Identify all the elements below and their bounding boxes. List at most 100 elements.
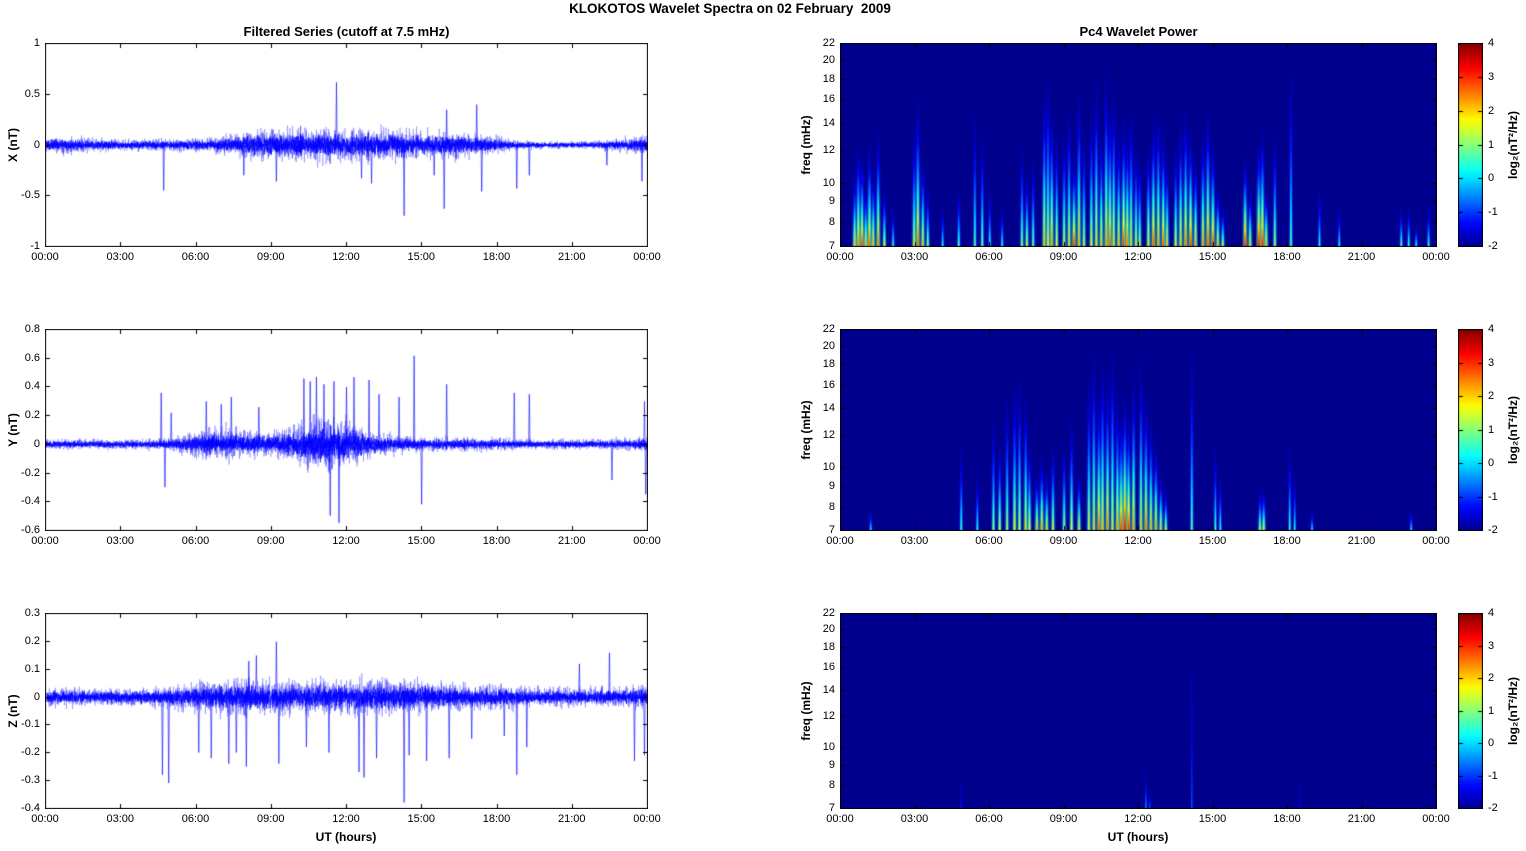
- tick-label: 0.1: [24, 662, 40, 675]
- tick-label: 00:00: [31, 535, 59, 547]
- tick-label: 00:00: [633, 813, 661, 825]
- tick-label: 0: [33, 690, 40, 703]
- tick-label: 20: [822, 339, 835, 352]
- tick-label: -0.5: [21, 189, 40, 202]
- xlabel-right: UT (hours): [1107, 830, 1169, 844]
- tick-label: 2: [1488, 672, 1495, 684]
- tick-label: -2: [1488, 524, 1498, 536]
- tick-label: 00:00: [31, 813, 59, 825]
- tick-label: 3: [1488, 356, 1495, 369]
- tick-label: 1: [1488, 704, 1495, 717]
- tick-label: -0.2: [21, 746, 40, 759]
- tick-label: 09:00: [256, 251, 285, 263]
- tick-label: 18:00: [1273, 251, 1301, 263]
- tick-label: 12:00: [332, 535, 360, 547]
- tick-label: 4: [1488, 607, 1495, 619]
- y-wavelet-plot: [840, 329, 1437, 531]
- tick-label: 0.2: [24, 409, 40, 422]
- tick-label: 9: [828, 759, 835, 772]
- tick-label: 00:00: [1422, 251, 1450, 263]
- tick-label: 00:00: [633, 535, 661, 547]
- tick-label: 15:00: [407, 535, 436, 547]
- figure-title: KLOKOTOS Wavelet Spectra on 02 February …: [569, 1, 891, 16]
- tick-label: 18:00: [1273, 535, 1301, 547]
- colorbar-z: [1458, 613, 1483, 809]
- tick-label: 2: [1488, 390, 1495, 402]
- tick-label: 03:00: [106, 813, 135, 825]
- tick-label: 00:00: [1422, 813, 1450, 825]
- tick-label: 22: [822, 607, 835, 619]
- tick-label: 2: [1488, 104, 1495, 117]
- tick-label: -2: [1488, 240, 1498, 252]
- tick-label: 12:00: [1124, 251, 1152, 263]
- tick-label: 09:00: [1049, 813, 1078, 825]
- tick-label: 9: [828, 479, 835, 492]
- right-column-title: Pc4 Wavelet Power: [1079, 24, 1198, 39]
- tick-label: 0.2: [24, 634, 40, 647]
- tick-label: 22: [822, 323, 835, 335]
- tick-label: 10: [822, 461, 835, 474]
- tick-label: 18: [822, 358, 835, 371]
- tick-label: 1: [33, 37, 40, 49]
- tick-label: 14: [822, 117, 835, 130]
- tick-label: 21:00: [557, 251, 586, 263]
- tick-label: 18:00: [482, 535, 511, 547]
- x-series-plot: [45, 43, 648, 247]
- tick-label: 4: [1488, 323, 1495, 335]
- x-wavelet-plot: [840, 43, 1437, 247]
- tick-label: 03:00: [106, 535, 135, 547]
- tick-label: 15:00: [407, 251, 436, 263]
- tick-label: 0.6: [24, 351, 40, 364]
- tick-label: 3: [1488, 70, 1495, 83]
- z-series-plot: [45, 613, 648, 809]
- tick-label: 1: [1488, 423, 1495, 436]
- tick-label: 18:00: [482, 813, 511, 825]
- tick-label: 18:00: [482, 251, 511, 263]
- tick-label: 12: [822, 144, 835, 157]
- tick-label: 0: [1488, 457, 1495, 469]
- tick-label: 10: [822, 741, 835, 754]
- tick-label: 00:00: [31, 251, 59, 263]
- tick-label: 15:00: [1198, 535, 1227, 547]
- tick-label: 0: [1488, 737, 1495, 749]
- tick-label: -1: [1488, 206, 1498, 219]
- left-column-title: Filtered Series (cutoff at 7.5 mHz): [243, 24, 450, 39]
- tick-label: 16: [822, 378, 835, 391]
- tick-label: 8: [828, 500, 835, 513]
- tick-label: 18:00: [1273, 813, 1301, 825]
- tick-label: 12:00: [1124, 535, 1152, 547]
- tick-label: 0.3: [24, 607, 40, 619]
- tick-label: 21:00: [557, 813, 586, 825]
- tick-label: 06:00: [975, 251, 1003, 263]
- tick-label: -0.3: [21, 774, 40, 787]
- tick-label: 9: [828, 195, 835, 208]
- tick-label: 00:00: [826, 535, 854, 547]
- tick-label: 12:00: [332, 251, 360, 263]
- figure: KLOKOTOS Wavelet Spectra on 02 February …: [0, 0, 1526, 851]
- tick-label: 06:00: [181, 251, 210, 263]
- tick-label: 22: [822, 37, 835, 49]
- tick-label: 10: [822, 176, 835, 189]
- tick-label: 21:00: [1347, 813, 1376, 825]
- tick-label: 8: [828, 779, 835, 792]
- tick-label: -0.2: [21, 466, 40, 479]
- tick-label: 09:00: [256, 535, 285, 547]
- tick-label: 0: [33, 437, 40, 450]
- z-wavelet-plot: [840, 613, 1437, 809]
- tick-label: 14: [822, 683, 835, 696]
- tick-label: 3: [1488, 639, 1495, 652]
- tick-label: 21:00: [1347, 251, 1376, 263]
- colorbar-y: [1458, 329, 1483, 531]
- y-series-plot: [45, 329, 648, 531]
- tick-label: 21:00: [1347, 535, 1376, 547]
- tick-label: 0.8: [24, 323, 40, 335]
- tick-label: 00:00: [1422, 535, 1450, 547]
- colorbar-x: [1458, 43, 1483, 247]
- tick-label: 16: [822, 93, 835, 106]
- tick-label: -0.4: [21, 495, 40, 508]
- tick-label: -0.1: [21, 718, 40, 731]
- tick-label: 0: [33, 138, 40, 151]
- tick-label: 14: [822, 402, 835, 415]
- tick-label: 15:00: [407, 813, 436, 825]
- tick-label: 06:00: [181, 813, 210, 825]
